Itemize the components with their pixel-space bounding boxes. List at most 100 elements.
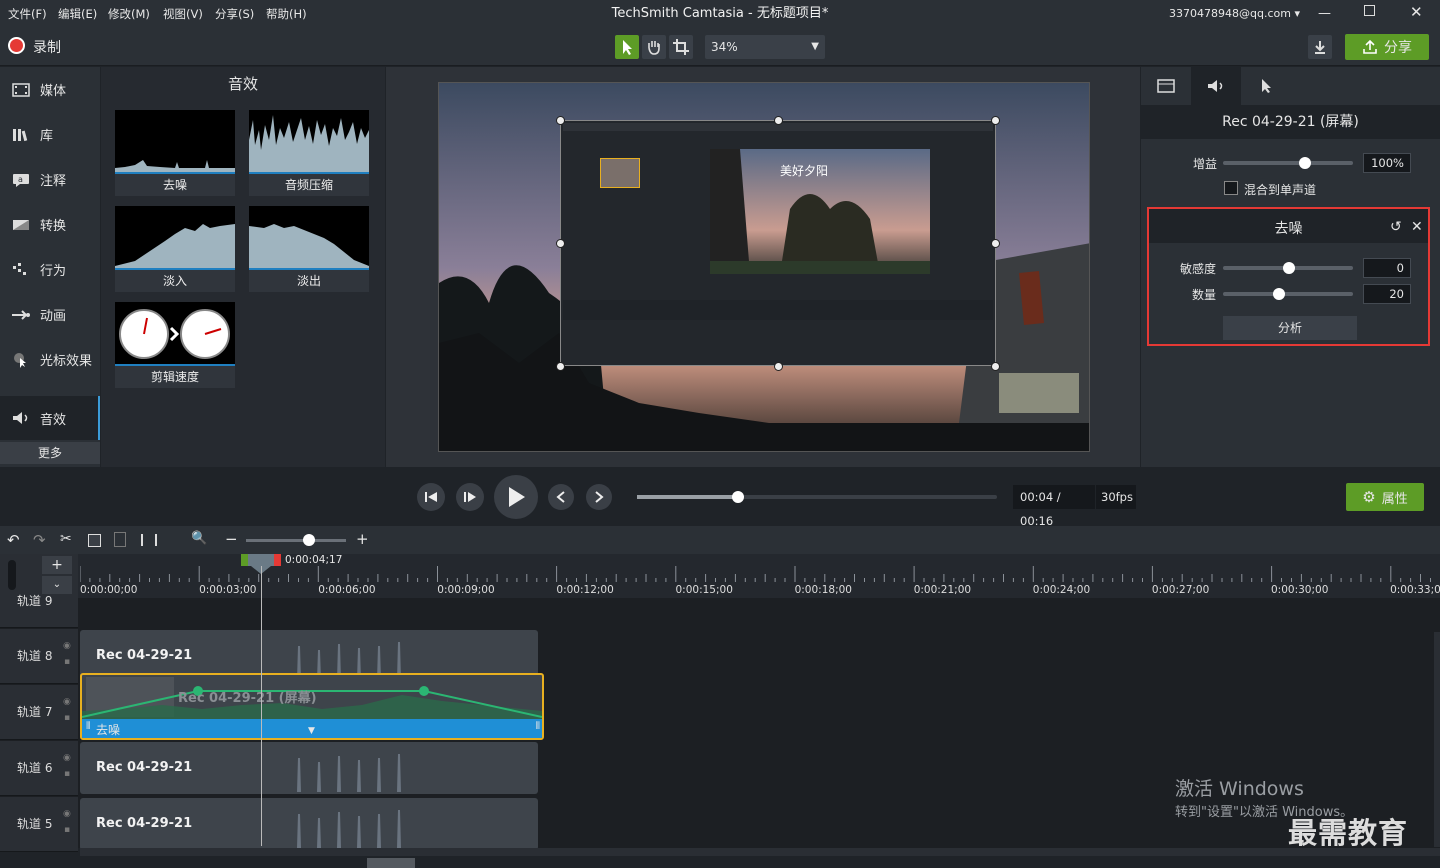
- select-tool-button[interactable]: [615, 35, 639, 59]
- grip-icon[interactable]: ⦀: [536, 721, 540, 732]
- gain-slider-knob[interactable]: [1299, 157, 1311, 169]
- nav-audio-effects[interactable]: 音效: [0, 396, 100, 440]
- copy-icon[interactable]: [88, 534, 101, 547]
- menu-view[interactable]: 视图(V): [163, 0, 203, 28]
- lock-icon[interactable]: ▪: [64, 769, 70, 779]
- sensitivity-input[interactable]: 0: [1363, 258, 1411, 278]
- resize-handle[interactable]: [556, 116, 565, 125]
- nav-behaviors[interactable]: 行为: [0, 247, 100, 292]
- step-back-button[interactable]: [417, 483, 445, 511]
- tab-cursor[interactable]: [1241, 67, 1291, 105]
- next-marker-button[interactable]: [586, 484, 612, 510]
- amount-input[interactable]: 20: [1363, 284, 1411, 304]
- effect-tile-fade-in[interactable]: 淡入: [115, 206, 235, 292]
- zoom-out-icon[interactable]: −: [225, 530, 238, 548]
- track-header[interactable]: 轨道 5 ◉ ▪: [0, 797, 78, 852]
- undo-icon[interactable]: ↶: [7, 531, 20, 549]
- redo-icon[interactable]: ↷: [33, 531, 46, 549]
- gain-input[interactable]: 100%: [1363, 153, 1411, 173]
- nav-library[interactable]: 库: [0, 112, 100, 157]
- timeline-zoom-slider[interactable]: [246, 539, 346, 542]
- menu-help[interactable]: 帮助(H): [266, 0, 307, 28]
- paste-icon[interactable]: [114, 532, 126, 547]
- split-icon[interactable]: [141, 534, 157, 546]
- media-clip[interactable]: Rec 04-29-21: [80, 742, 538, 794]
- track-header[interactable]: 轨道 8 ◉ ▪: [0, 629, 78, 684]
- menu-edit[interactable]: 编辑(E): [58, 0, 97, 28]
- play-button[interactable]: [494, 475, 538, 519]
- mono-checkbox[interactable]: [1224, 181, 1238, 195]
- track-header[interactable]: 轨道 6 ◉ ▪: [0, 741, 78, 796]
- scrubber-knob[interactable]: [732, 491, 744, 503]
- menu-modify[interactable]: 修改(M): [108, 0, 150, 28]
- maximize-icon[interactable]: [1364, 5, 1375, 16]
- eye-icon[interactable]: ◉: [63, 641, 71, 651]
- reset-icon[interactable]: ↺: [1390, 219, 1402, 235]
- sensitivity-slider-knob[interactable]: [1283, 262, 1295, 274]
- chevron-down-icon[interactable]: ▼: [308, 726, 315, 736]
- close-icon[interactable]: ✕: [1410, 3, 1423, 21]
- vertical-scrollbar[interactable]: [1434, 632, 1440, 847]
- previous-marker-button[interactable]: [548, 484, 574, 510]
- eye-icon[interactable]: ◉: [63, 753, 71, 763]
- zoom-search-icon[interactable]: 🔍: [191, 531, 207, 546]
- lock-icon[interactable]: ▪: [64, 825, 70, 835]
- analyze-button[interactable]: 分析: [1223, 316, 1357, 340]
- remove-effect-icon[interactable]: ✕: [1411, 219, 1423, 235]
- nav-transitions[interactable]: 转换: [0, 202, 100, 247]
- gain-slider[interactable]: [1223, 161, 1353, 165]
- minimize-icon[interactable]: —: [1318, 6, 1331, 21]
- track-height-slider[interactable]: [8, 560, 16, 590]
- nav-animations[interactable]: 动画: [0, 292, 100, 337]
- pan-tool-button[interactable]: [642, 35, 666, 59]
- resize-handle[interactable]: [774, 116, 783, 125]
- resize-handle[interactable]: [991, 362, 1000, 371]
- selection-end-marker[interactable]: [274, 554, 281, 566]
- tab-audio[interactable]: [1191, 67, 1241, 105]
- timeline-zoom-knob[interactable]: [303, 534, 315, 546]
- grip-icon[interactable]: ⦀: [86, 721, 90, 732]
- menu-share[interactable]: 分享(S): [215, 0, 254, 28]
- selected-media-clip[interactable]: Rec 04-29-21 (屏幕) ⦀ 去噪 ▼ ⦀: [80, 673, 544, 740]
- step-forward-button[interactable]: [456, 483, 484, 511]
- resize-handle[interactable]: [991, 116, 1000, 125]
- amount-slider-knob[interactable]: [1273, 288, 1285, 300]
- effect-tile-compression[interactable]: 音频压缩: [249, 110, 369, 196]
- lock-icon[interactable]: ▪: [64, 657, 70, 667]
- playhead-handle[interactable]: [248, 554, 274, 566]
- resize-handle[interactable]: [556, 362, 565, 371]
- effect-tile-fade-out[interactable]: 淡出: [249, 206, 369, 292]
- export-download-button[interactable]: [1308, 35, 1332, 59]
- properties-button[interactable]: ⚙ 属性: [1346, 483, 1424, 511]
- lock-icon[interactable]: ▪: [64, 713, 70, 723]
- record-button[interactable]: 录制: [33, 37, 61, 57]
- zoom-select[interactable]: 34% ▼: [705, 35, 825, 59]
- record-icon[interactable]: [8, 37, 25, 54]
- menu-file[interactable]: 文件(F): [8, 0, 47, 28]
- add-track-icon[interactable]: +: [42, 556, 72, 574]
- scrollbar-thumb[interactable]: [367, 858, 415, 868]
- resize-handle[interactable]: [556, 239, 565, 248]
- crop-tool-button[interactable]: [669, 35, 693, 59]
- media-clip[interactable]: Rec 04-29-21: [80, 798, 538, 850]
- zoom-in-icon[interactable]: +: [356, 530, 369, 548]
- resize-handle[interactable]: [991, 239, 1000, 248]
- horizontal-scrollbar[interactable]: [80, 848, 1440, 856]
- resize-handle[interactable]: [774, 362, 783, 371]
- selection-start-marker[interactable]: [241, 554, 248, 566]
- eye-icon[interactable]: ◉: [63, 809, 71, 819]
- nav-media[interactable]: 媒体: [0, 67, 100, 112]
- cut-icon[interactable]: ✂: [60, 531, 72, 547]
- amount-slider[interactable]: [1223, 292, 1353, 296]
- tab-visual[interactable]: [1141, 67, 1191, 105]
- user-account[interactable]: 3370478948@qq.com ▾: [1169, 0, 1300, 28]
- track-header[interactable]: 轨道 7 ◉ ▪: [0, 685, 78, 740]
- track-header[interactable]: 轨道 9: [0, 594, 78, 628]
- effect-tile-noise-removal[interactable]: 去噪: [115, 110, 235, 196]
- nav-annotations[interactable]: a 注释: [0, 157, 100, 202]
- effect-bar-denoise[interactable]: ⦀ 去噪 ▼ ⦀: [82, 719, 542, 738]
- nav-cursor-effects[interactable]: 光标效果: [0, 337, 100, 382]
- share-button[interactable]: 分享: [1345, 34, 1429, 60]
- effect-tile-clip-speed[interactable]: 剪辑速度: [115, 302, 235, 388]
- more-button[interactable]: 更多: [0, 442, 100, 464]
